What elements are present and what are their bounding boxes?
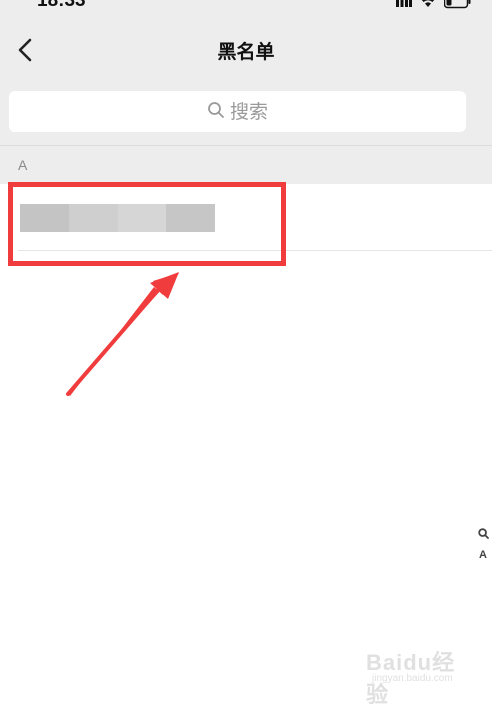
section-divider [0, 145, 492, 146]
signal-icon [396, 0, 412, 13]
blurred-contact-name [20, 204, 215, 232]
watermark-sub: jingyan.baidu.com [372, 673, 453, 684]
search-icon[interactable] [477, 524, 489, 543]
search-icon [207, 101, 225, 123]
baidu-watermark: Baidu经验 jingyan.baidu.com [366, 645, 466, 707]
index-letter-a[interactable]: A [479, 549, 487, 561]
search-placeholder: 搜索 [229, 100, 268, 123]
row-divider [18, 250, 492, 251]
section-header: A [18, 157, 28, 173]
status-icons [396, 0, 472, 10]
search-input[interactable]: 搜索 [9, 91, 466, 132]
wifi-icon [420, 0, 436, 13]
status-bar: 18:33 [0, 0, 492, 22]
alphabet-index-bar[interactable]: A [476, 524, 490, 561]
page-title: 黑名单 [217, 41, 275, 63]
nav-bar: 黑名单 [0, 22, 492, 82]
status-time: 18:33 [37, 0, 86, 11]
battery-icon [443, 0, 472, 13]
